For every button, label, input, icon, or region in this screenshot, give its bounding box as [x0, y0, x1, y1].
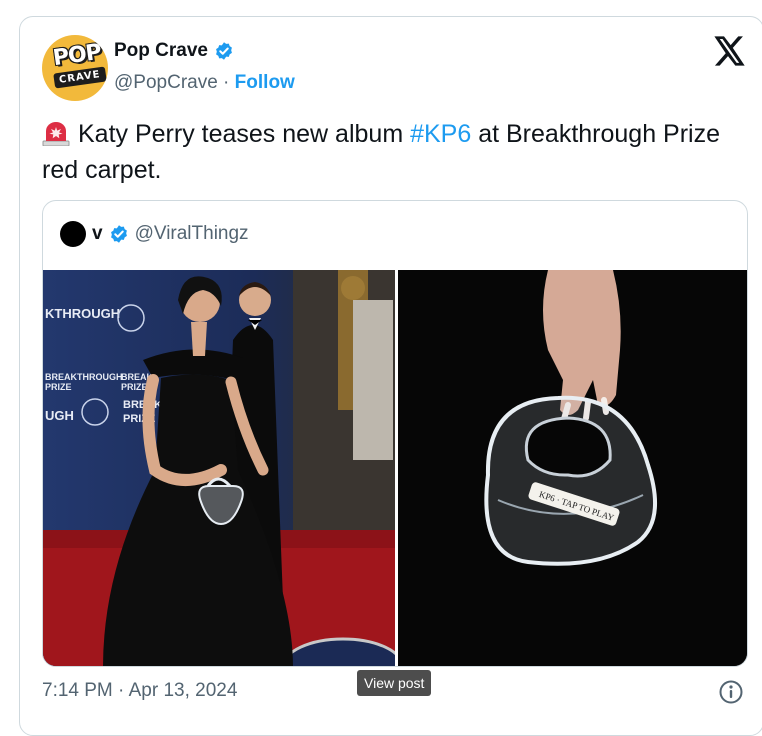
svg-text:BREAKTHROUGH: BREAKTHROUGH — [45, 372, 123, 382]
verified-badge-icon — [216, 42, 232, 60]
svg-text:UGH: UGH — [45, 408, 74, 423]
red-carpet-photo[interactable]: KTHROUGH BREAKTHROUGH PRIZE BREAK PRIZE … — [43, 270, 395, 666]
quoted-tweet-header: v @ViralThingz — [60, 221, 249, 247]
author-avatar[interactable]: POP CRAVE — [42, 35, 108, 101]
view-post-tooltip: View post — [357, 670, 432, 696]
follow-button[interactable]: Follow — [235, 72, 295, 93]
x-logo-icon[interactable] — [714, 36, 746, 66]
quoted-author-handle[interactable]: @ViralThingz — [135, 223, 249, 245]
quoted-tweet[interactable]: v @ViralThingz KTHROUGH BREAKTHROUGH PRI… — [42, 200, 748, 667]
red-carpet-illustration: KTHROUGH BREAKTHROUGH PRIZE BREAK PRIZE … — [43, 270, 395, 666]
tweet-text: Katy Perry teases new album #KP6 at Brea… — [42, 116, 732, 188]
author-name-row[interactable]: Pop Crave — [114, 40, 234, 62]
verified-badge-icon — [110, 225, 127, 243]
quoted-author-name[interactable]: v — [92, 223, 103, 245]
handle-separator: · — [217, 72, 235, 93]
info-icon[interactable] — [718, 679, 744, 705]
svg-text:PRIZE: PRIZE — [121, 382, 148, 392]
tweet-timestamp[interactable]: 7:14 PM · Apr 13, 2024 — [42, 680, 237, 702]
author-handle-line: @PopCrave · Follow — [114, 72, 295, 94]
tweet-text-main: Katy Perry teases new album — [78, 120, 411, 148]
avatar-logo-text: POP — [51, 39, 103, 72]
quoted-avatar[interactable] — [60, 221, 86, 247]
svg-text:KTHROUGH: KTHROUGH — [45, 306, 120, 321]
handbag-illustration: KP6 · TAP TO PLAY — [398, 270, 747, 666]
svg-text:PRIZE: PRIZE — [45, 382, 72, 392]
author-handle[interactable]: @PopCrave — [114, 72, 218, 93]
police-light-emoji-icon — [42, 122, 70, 146]
hashtag-link[interactable]: #KP6 — [410, 120, 471, 148]
author-name[interactable]: Pop Crave — [114, 40, 208, 62]
handbag-closeup-photo[interactable]: KP6 · TAP TO PLAY — [398, 270, 747, 666]
